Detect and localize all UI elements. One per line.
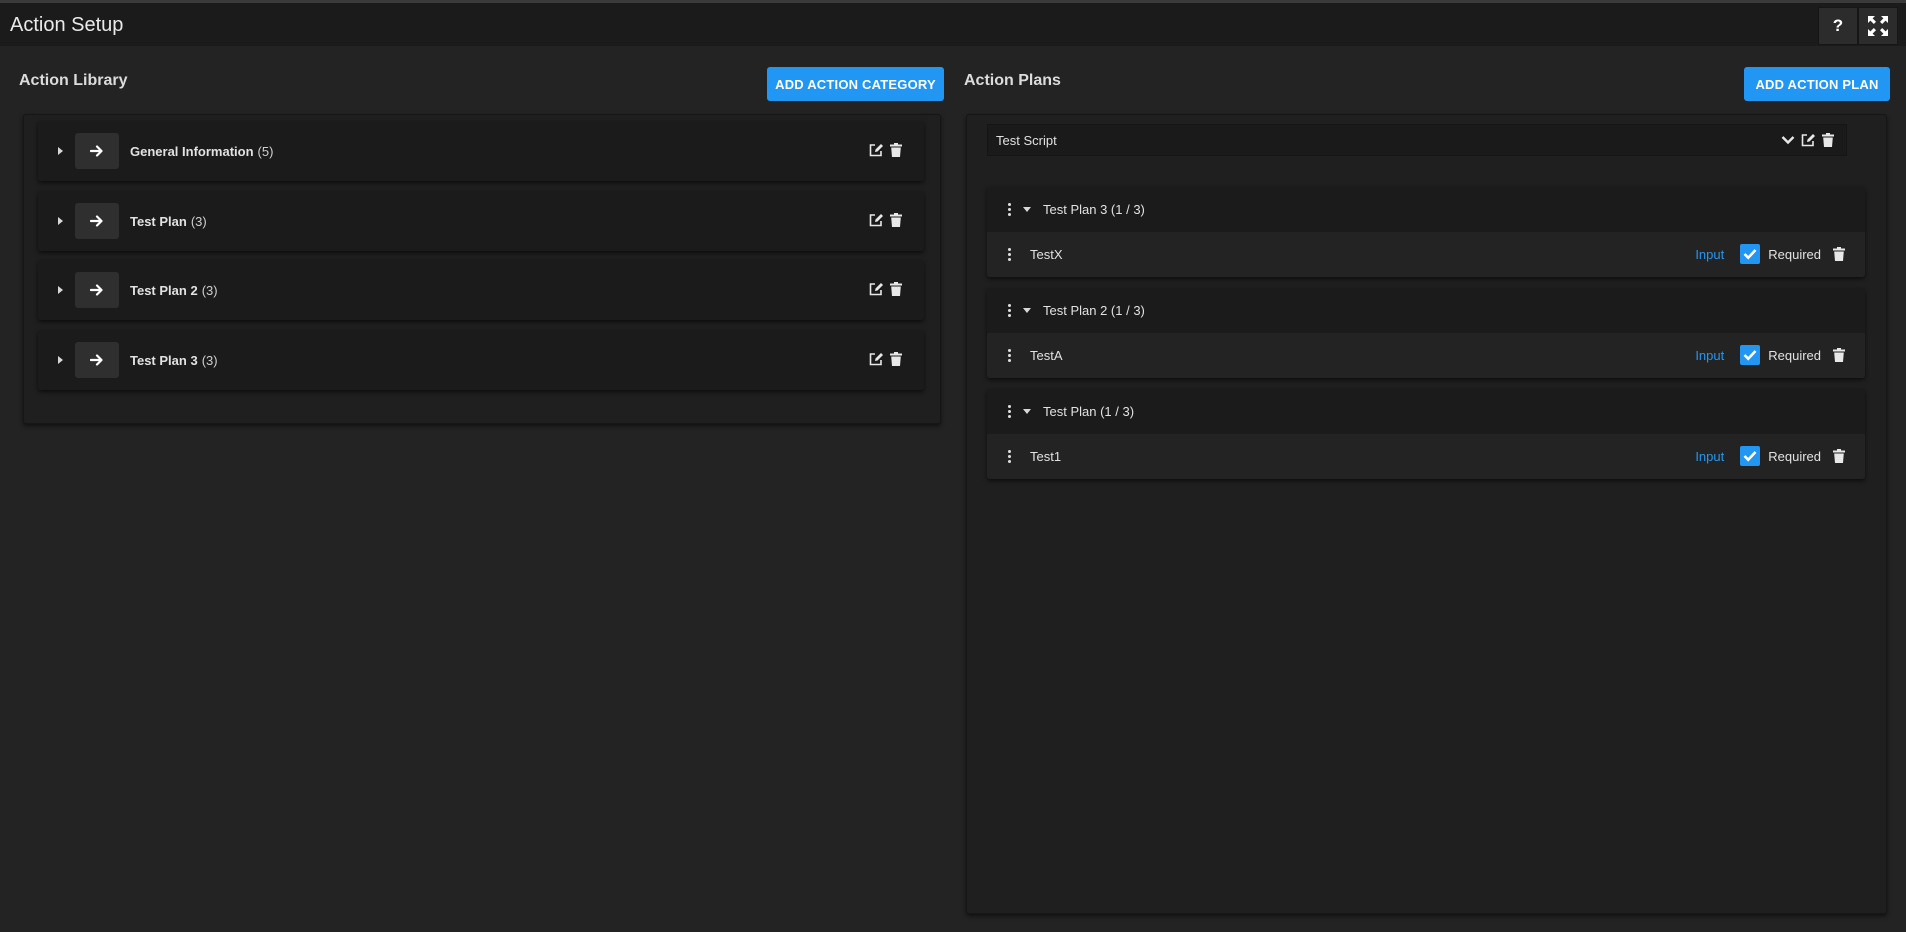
required-checkbox[interactable] <box>1740 244 1761 264</box>
selected-plan-label: Test Script <box>996 132 1057 148</box>
input-type-link[interactable]: Input <box>1695 247 1724 262</box>
caret-right-icon[interactable] <box>58 356 63 364</box>
plan-group-header[interactable]: Test Plan 2 (1 / 3) <box>987 288 1865 333</box>
plan-group: Test Plan 2 (1 / 3) TestA Input Required <box>987 288 1865 378</box>
plan-row: TestX Input Required <box>987 232 1865 277</box>
library-category-item[interactable]: Test Plan 3 (3) <box>38 330 924 390</box>
trash-icon[interactable] <box>1822 133 1834 147</box>
checkmark-icon <box>1743 249 1757 260</box>
trash-icon[interactable] <box>1833 348 1845 362</box>
action-library-title: Action Library <box>19 72 128 89</box>
fullscreen-button[interactable] <box>1858 7 1898 45</box>
edit-icon[interactable] <box>869 143 884 157</box>
plan-group-header[interactable]: Test Plan (1 / 3) <box>987 389 1865 434</box>
plan-row: Test1 Input Required <box>987 434 1865 479</box>
category-name: Test Plan 3 <box>130 352 198 368</box>
arrow-right-icon[interactable] <box>75 272 119 308</box>
plan-group-name: Test Plan (1 / 3) <box>1043 404 1135 419</box>
drag-handle-icon[interactable] <box>1008 450 1011 463</box>
arrow-right-icon[interactable] <box>75 342 119 378</box>
drag-handle-icon[interactable] <box>1008 405 1011 418</box>
trash-icon[interactable] <box>890 282 902 296</box>
category-name: Test Plan 2 <box>130 282 198 298</box>
category-count: (3) <box>201 352 218 368</box>
input-type-link[interactable]: Input <box>1695 348 1724 363</box>
action-name: TestX <box>1030 247 1063 262</box>
trash-icon[interactable] <box>890 352 902 366</box>
category-count: (3) <box>190 213 207 229</box>
plan-row: TestA Input Required <box>987 333 1865 378</box>
plan-group: Test Plan (1 / 3) Test1 Input Required <box>987 389 1865 479</box>
required-label: Required <box>1768 347 1821 363</box>
arrow-right-icon[interactable] <box>75 203 119 239</box>
expand-icon <box>1868 16 1888 36</box>
input-type-link[interactable]: Input <box>1695 449 1724 464</box>
trash-icon[interactable] <box>1833 247 1845 261</box>
caret-right-icon[interactable] <box>58 286 63 294</box>
required-label: Required <box>1768 448 1821 464</box>
add-action-plan-button[interactable]: ADD ACTION PLAN <box>1744 67 1890 101</box>
question-icon: ? <box>1832 16 1844 35</box>
chevron-down-icon[interactable] <box>1781 135 1795 145</box>
library-category-item[interactable]: Test Plan 2 (3) <box>38 260 924 320</box>
caret-down-icon[interactable] <box>1023 207 1031 212</box>
page-title: Action Setup <box>10 14 124 36</box>
drag-handle-icon[interactable] <box>1008 248 1011 261</box>
plan-group: Test Plan 3 (1 / 3) TestX Input Required <box>987 187 1865 277</box>
trash-icon[interactable] <box>890 213 902 227</box>
checkmark-icon <box>1743 350 1757 361</box>
caret-down-icon[interactable] <box>1023 308 1031 313</box>
category-count: (5) <box>257 143 274 159</box>
plan-group-name: Test Plan 2 (1 / 3) <box>1043 303 1145 318</box>
required-checkbox[interactable] <box>1740 345 1761 365</box>
drag-handle-icon[interactable] <box>1008 203 1011 216</box>
required-label: Required <box>1768 246 1821 262</box>
category-name: Test Plan <box>130 213 187 229</box>
add-action-category-button[interactable]: ADD ACTION CATEGORY <box>767 67 944 101</box>
required-checkbox[interactable] <box>1740 446 1761 466</box>
drag-handle-icon[interactable] <box>1008 349 1011 362</box>
category-count: (3) <box>201 282 218 298</box>
trash-icon[interactable] <box>1833 449 1845 463</box>
plan-group-header[interactable]: Test Plan 3 (1 / 3) <box>987 187 1865 232</box>
library-category-item[interactable]: Test Plan (3) <box>38 191 924 251</box>
help-button[interactable]: ? <box>1818 7 1858 45</box>
caret-right-icon[interactable] <box>58 147 63 155</box>
edit-icon[interactable] <box>869 282 884 296</box>
caret-down-icon[interactable] <box>1023 409 1031 414</box>
edit-icon[interactable] <box>1801 133 1816 147</box>
action-plan-select[interactable]: Test Script <box>987 124 1847 156</box>
category-name: General Information <box>130 143 254 159</box>
edit-icon[interactable] <box>869 352 884 366</box>
action-name: TestA <box>1030 348 1063 363</box>
drag-handle-icon[interactable] <box>1008 304 1011 317</box>
action-plans-title: Action Plans <box>964 72 1061 89</box>
arrow-right-icon[interactable] <box>75 133 119 169</box>
plan-group-name: Test Plan 3 (1 / 3) <box>1043 202 1145 217</box>
action-name: Test1 <box>1030 449 1062 464</box>
trash-icon[interactable] <box>890 143 902 157</box>
caret-right-icon[interactable] <box>58 217 63 225</box>
library-category-item[interactable]: General Information (5) <box>38 121 924 181</box>
edit-icon[interactable] <box>869 213 884 227</box>
checkmark-icon <box>1743 451 1757 462</box>
top-bar: Action Setup ? <box>0 0 1906 46</box>
